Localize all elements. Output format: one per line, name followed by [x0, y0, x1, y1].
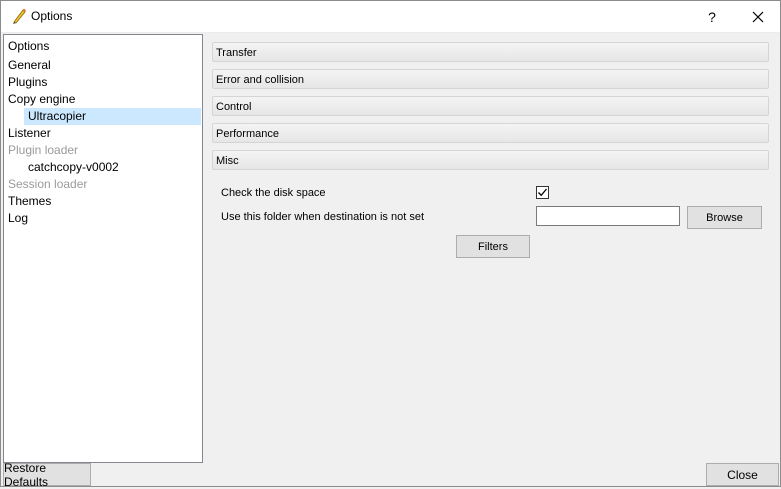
help-button[interactable]: ? — [689, 1, 735, 32]
section-misc[interactable]: Misc — [212, 150, 769, 170]
window-title: Options — [31, 9, 73, 23]
check-disk-checkbox[interactable] — [536, 186, 549, 199]
tree-item-catchcopy[interactable]: catchcopy-v0002 — [28, 159, 198, 176]
title-bar[interactable]: Options ? — [1, 1, 780, 33]
app-pen-icon — [13, 8, 26, 24]
filters-button[interactable]: Filters — [456, 235, 530, 258]
tree-item-options[interactable]: Options — [8, 38, 198, 55]
options-window: Options ? Options General Plugins Copy e… — [0, 0, 781, 489]
tree-item-themes[interactable]: Themes — [8, 193, 198, 210]
tree-item-plugin-loader[interactable]: Plugin loader — [8, 142, 198, 159]
tree-item-listener[interactable]: Listener — [8, 125, 198, 142]
tree-item-log[interactable]: Log — [8, 210, 198, 227]
folder-label: Use this folder when destination is not … — [221, 211, 425, 223]
section-performance[interactable]: Performance — [212, 123, 769, 143]
browse-button[interactable]: Browse — [687, 206, 762, 229]
check-disk-label: Check the disk space — [221, 187, 326, 199]
window-close-button[interactable] — [735, 1, 781, 32]
close-icon — [752, 11, 764, 22]
section-transfer[interactable]: Transfer — [212, 42, 769, 62]
destination-folder-input[interactable] — [536, 206, 680, 226]
tree-item-ultracopier[interactable]: Ultracopier — [24, 108, 201, 125]
tree-item-general[interactable]: General — [8, 57, 198, 74]
checkmark-icon — [538, 188, 547, 197]
options-tree[interactable]: Options General Plugins Copy engine Ultr… — [3, 34, 203, 463]
section-error-and-collision[interactable]: Error and collision — [212, 69, 769, 89]
tree-item-plugins[interactable]: Plugins — [8, 74, 198, 91]
close-button[interactable]: Close — [706, 463, 779, 486]
tree-item-copy-engine[interactable]: Copy engine — [8, 91, 198, 108]
section-control[interactable]: Control — [212, 96, 769, 116]
restore-defaults-button[interactable]: Restore Defaults — [3, 461, 91, 489]
tree-item-session-loader[interactable]: Session loader — [8, 176, 198, 193]
